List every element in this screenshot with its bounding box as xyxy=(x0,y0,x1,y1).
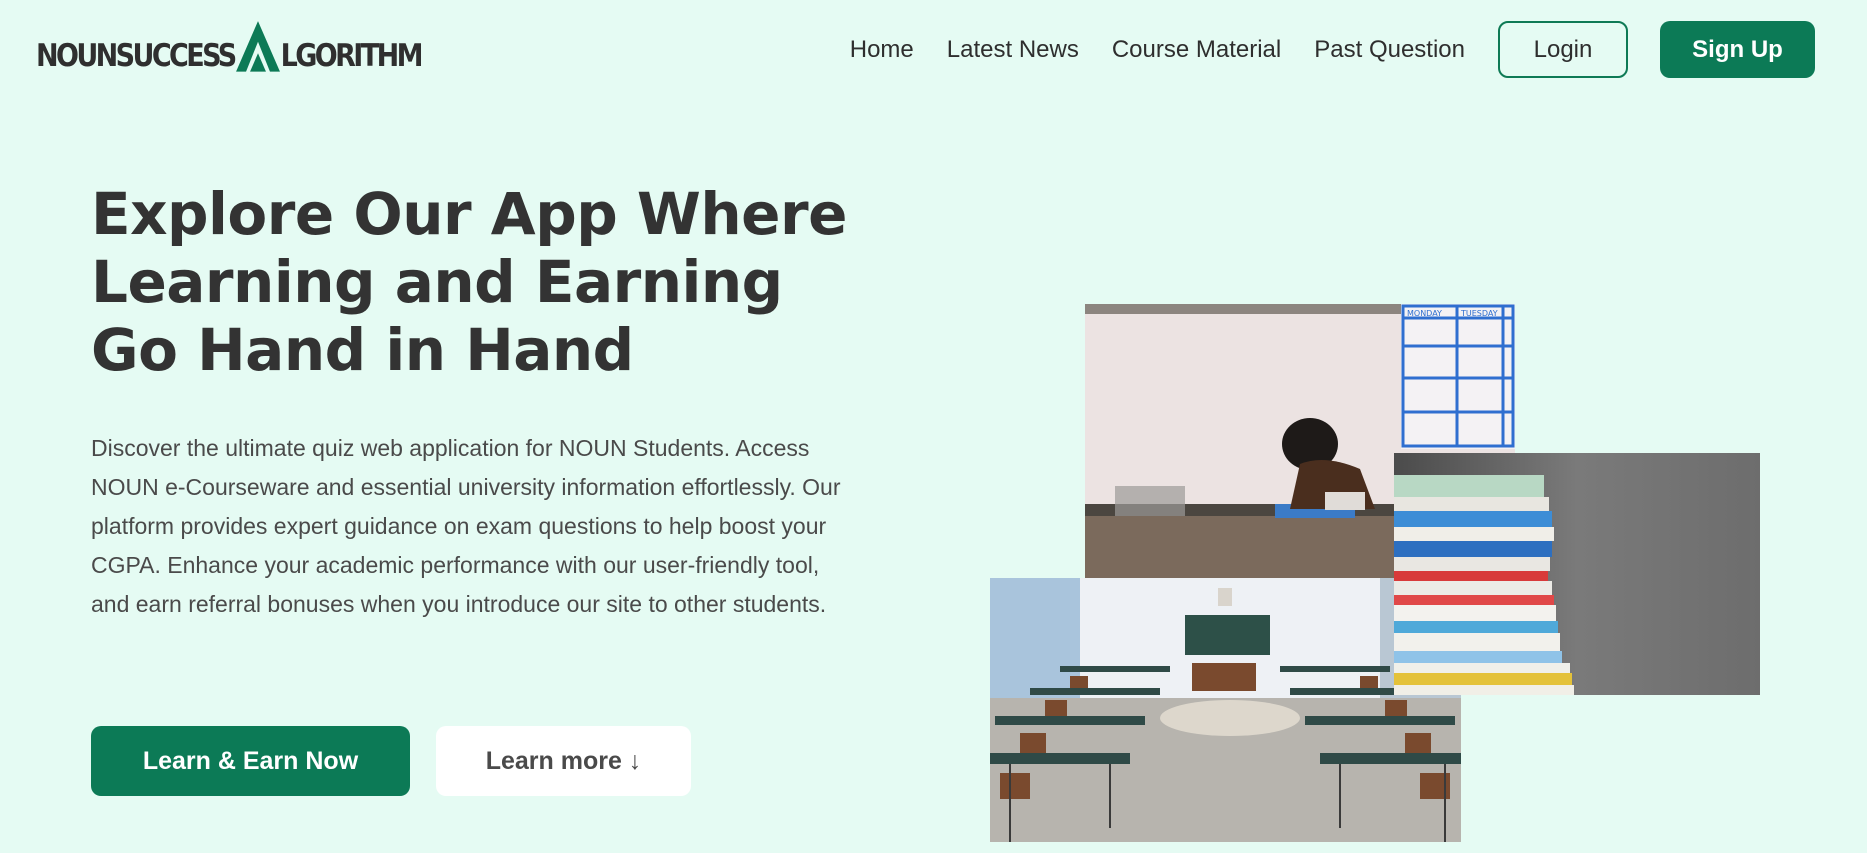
stacked-books-image xyxy=(1394,453,1760,695)
nav-link-home[interactable]: Home xyxy=(850,36,914,64)
hero-title-line: Learning and Earning xyxy=(91,248,783,316)
nav-link-past-question[interactable]: Past Question xyxy=(1314,36,1465,64)
site-logo[interactable]: NOUNSUCCESS LGORITHM xyxy=(36,19,424,74)
main-nav: Home Latest News Course Material Past Qu… xyxy=(850,21,1815,78)
login-button[interactable]: Login xyxy=(1498,21,1628,78)
learn-more-button[interactable]: Learn more ↓ xyxy=(436,726,691,796)
board-header-monday: MONDAY xyxy=(1407,309,1442,318)
empty-classroom-image xyxy=(990,578,1461,842)
hero-title: Explore Our App Where Learning and Earni… xyxy=(91,180,871,384)
logo-a-mark-icon xyxy=(235,21,280,72)
learn-earn-button[interactable]: Learn & Earn Now xyxy=(91,726,410,796)
logo-text-right: LGORITHM xyxy=(280,38,424,74)
hero-title-line: Go Hand in Hand xyxy=(91,316,634,384)
board-header-tuesday: TUESDAY xyxy=(1460,309,1498,318)
signup-button[interactable]: Sign Up xyxy=(1660,21,1815,78)
hero-title-line: Explore Our App Where xyxy=(91,180,847,248)
logo-text-left: NOUNSUCCESS xyxy=(36,38,237,74)
hero-description: Discover the ultimate quiz web applicati… xyxy=(91,435,841,617)
nav-link-course-material[interactable]: Course Material xyxy=(1112,36,1281,64)
nav-link-latest-news[interactable]: Latest News xyxy=(947,36,1079,64)
